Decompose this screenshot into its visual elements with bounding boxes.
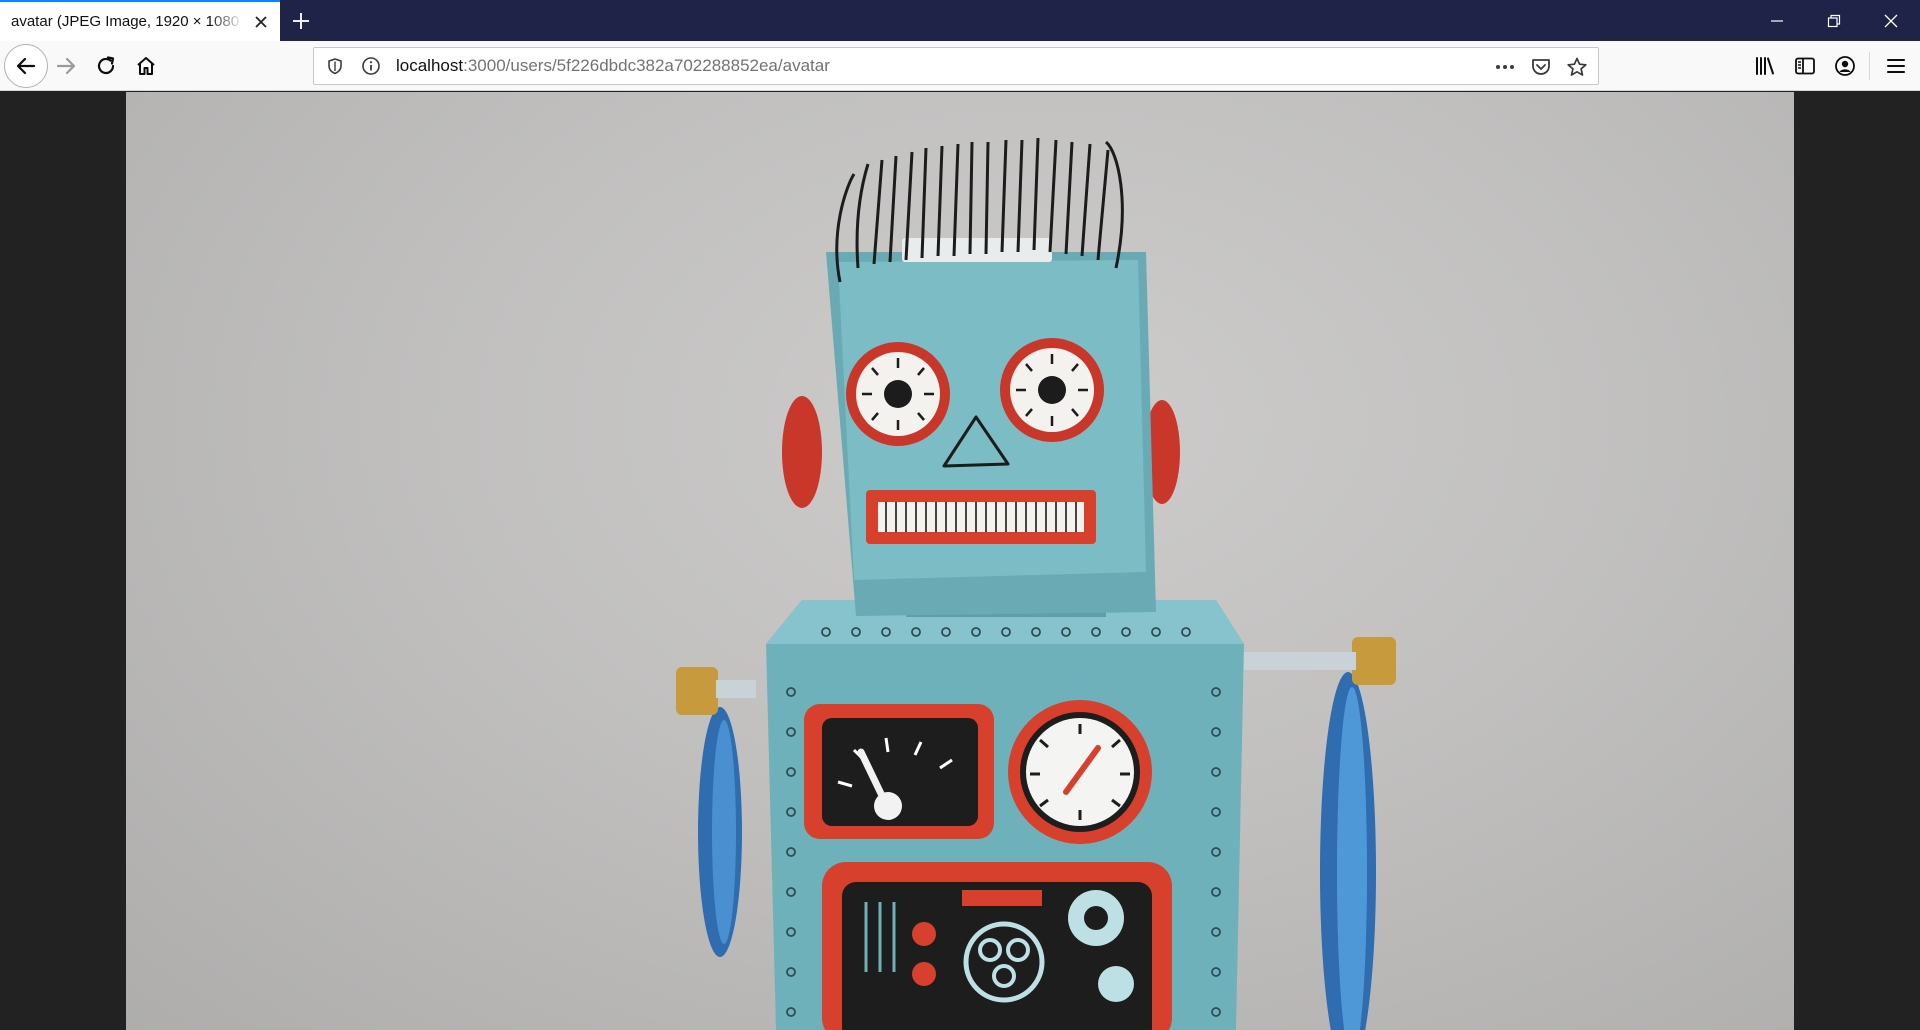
toolbar-separator — [1869, 52, 1870, 80]
robot-body — [766, 600, 1244, 1030]
navigation-toolbar: localhost:3000/users/5f226dbdc382a702288… — [0, 41, 1920, 91]
sidebar-icon — [1795, 57, 1815, 75]
avatar-image[interactable] — [126, 92, 1794, 1030]
new-tab-button[interactable] — [288, 8, 314, 34]
account-icon — [1835, 56, 1855, 76]
menu-button[interactable] — [1878, 48, 1914, 84]
left-arm — [676, 667, 756, 957]
close-icon[interactable] — [251, 12, 271, 32]
tab-active[interactable]: avatar (JPEG Image, 1920 × 1080 pixels) — [0, 0, 280, 41]
window-close-button[interactable] — [1863, 0, 1919, 41]
menu-icon — [1887, 59, 1905, 73]
plus-icon — [293, 13, 309, 29]
minimize-icon — [1771, 19, 1783, 22]
image-viewer — [0, 92, 1920, 1030]
right-arm — [1226, 637, 1396, 1030]
tab-strip: avatar (JPEG Image, 1920 × 1080 pixels) — [0, 0, 1920, 41]
restore-icon — [1827, 14, 1841, 27]
robot-image — [676, 137, 1396, 1030]
minimize-button[interactable] — [1749, 0, 1805, 41]
tab-title: avatar (JPEG Image, 1920 × 1080 pixels) — [11, 13, 244, 30]
library-icon — [1756, 57, 1774, 75]
close-icon — [1884, 14, 1898, 27]
restore-button[interactable] — [1806, 0, 1862, 41]
sidebar-button[interactable] — [1787, 48, 1823, 84]
library-button[interactable] — [1747, 48, 1783, 84]
robot-head — [782, 137, 1180, 616]
account-button[interactable] — [1827, 48, 1863, 84]
